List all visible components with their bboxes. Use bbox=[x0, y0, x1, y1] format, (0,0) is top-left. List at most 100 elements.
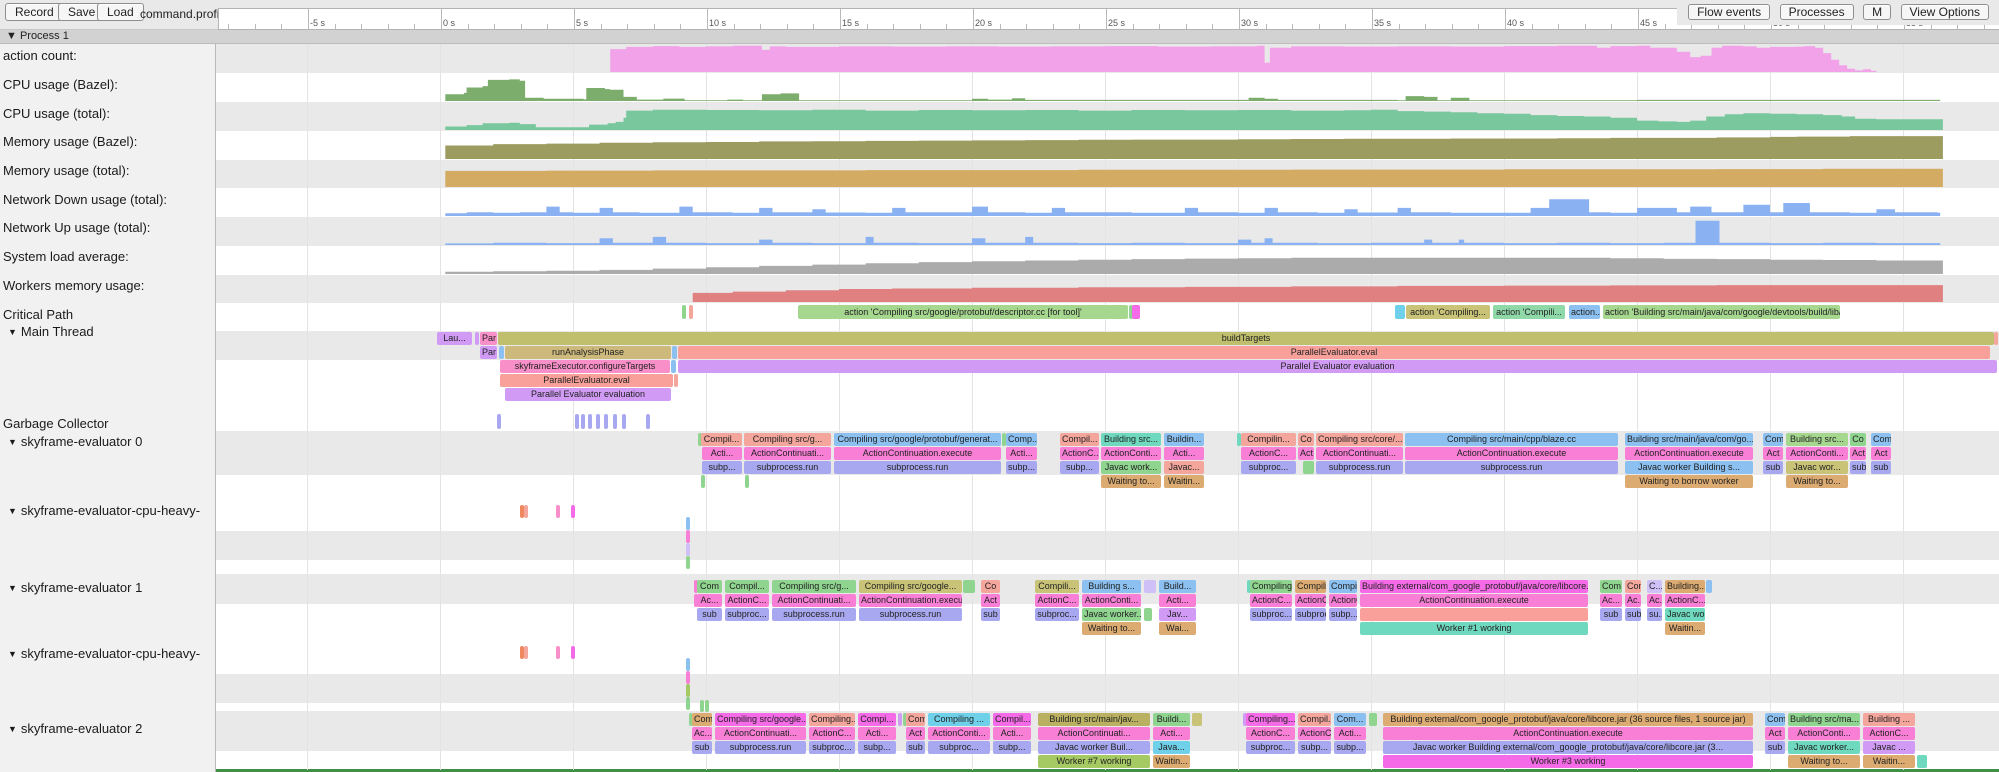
event-sliver[interactable] bbox=[575, 414, 579, 429]
event-sliver[interactable] bbox=[1144, 580, 1156, 593]
event-block[interactable]: subproc... bbox=[725, 608, 769, 621]
event-block[interactable]: Java... bbox=[1153, 741, 1190, 754]
event-block[interactable]: Javac work... bbox=[1101, 461, 1161, 474]
event-block[interactable]: Javac worker Buil... bbox=[1038, 741, 1150, 754]
event-block[interactable]: Com bbox=[1871, 433, 1891, 446]
event-sliver[interactable] bbox=[689, 305, 693, 319]
event-sliver[interactable] bbox=[745, 475, 749, 488]
event-sliver[interactable] bbox=[671, 360, 676, 373]
event-block[interactable]: subp... bbox=[993, 741, 1031, 754]
event-block[interactable]: action 'Compiling... bbox=[1406, 305, 1490, 319]
event-block[interactable]: Building external/com_google_protobuf/ja… bbox=[1360, 580, 1588, 593]
event-sliver[interactable] bbox=[686, 530, 690, 543]
track-label-skyframe-evaluator-cpu-heavy[interactable]: ▼skyframe-evaluator-cpu-heavy- bbox=[8, 503, 218, 518]
event-block[interactable]: Building src... bbox=[1101, 433, 1161, 446]
event-block[interactable]: subprocess.run bbox=[715, 741, 806, 754]
event-block[interactable]: Compiling src/g... bbox=[772, 580, 856, 593]
event-block[interactable]: Compil... bbox=[1298, 713, 1331, 726]
expander-triangle-icon[interactable]: ▼ bbox=[8, 724, 17, 734]
event-block[interactable]: ActionC... bbox=[1035, 594, 1079, 607]
process-header[interactable]: ▼ Process 1 bbox=[0, 29, 1999, 44]
track-label-skyframe-evaluator-cpu-heavy[interactable]: ▼skyframe-evaluator-cpu-heavy- bbox=[8, 646, 218, 661]
event-block[interactable]: Act bbox=[1298, 447, 1314, 460]
event-block[interactable]: Buildin... bbox=[1164, 433, 1204, 446]
event-sliver[interactable] bbox=[682, 305, 686, 319]
event-block[interactable]: subproc... bbox=[928, 741, 990, 754]
event-block[interactable]: Javac worker Building s... bbox=[1625, 461, 1753, 474]
event-block[interactable]: ActionC... bbox=[1863, 727, 1915, 740]
event-block[interactable]: Acti... bbox=[702, 447, 742, 460]
event-block[interactable]: Ac... bbox=[692, 727, 712, 740]
event-block[interactable]: ActionConti... bbox=[1082, 594, 1141, 607]
event-block[interactable]: Parallel Evaluator evaluation bbox=[678, 360, 1997, 373]
event-sliver[interactable] bbox=[686, 658, 690, 671]
event-block[interactable]: Par bbox=[480, 332, 497, 345]
event-sliver[interactable] bbox=[556, 646, 560, 659]
event-block[interactable]: subp... bbox=[1298, 741, 1331, 754]
event-block[interactable]: Compiling src/google... bbox=[715, 713, 806, 726]
event-block[interactable]: ActionConti... bbox=[928, 727, 990, 740]
event-block[interactable]: ActionContinuation.execute bbox=[859, 594, 962, 607]
event-block[interactable]: Compiling src/g... bbox=[744, 433, 831, 446]
event-block[interactable]: Compiling src/main/cpp/blaze.cc bbox=[1405, 433, 1618, 446]
event-sliver[interactable] bbox=[499, 346, 504, 359]
event-sliver[interactable] bbox=[686, 517, 690, 530]
memory-usage-total--chart[interactable] bbox=[215, 160, 1999, 188]
event-sliver[interactable] bbox=[1369, 713, 1377, 726]
event-block[interactable]: Compil... bbox=[701, 433, 742, 446]
event-block[interactable]: su... bbox=[1647, 608, 1662, 621]
event-block[interactable]: Compiling... bbox=[1246, 713, 1295, 726]
event-block[interactable]: Compi... bbox=[858, 713, 896, 726]
event-block[interactable]: Compilin... bbox=[1241, 433, 1296, 446]
event-block[interactable]: ActionC... bbox=[1295, 594, 1326, 607]
event-block[interactable]: Par bbox=[480, 346, 497, 359]
event-block[interactable]: subproc... bbox=[1035, 608, 1079, 621]
event-sliver[interactable] bbox=[1706, 580, 1712, 593]
event-block[interactable]: Building external/com_google_protobuf/ja… bbox=[1383, 713, 1753, 726]
event-block[interactable]: Com bbox=[906, 713, 925, 726]
expander-triangle-icon[interactable]: ▼ bbox=[8, 437, 17, 447]
expander-triangle-icon[interactable]: ▼ bbox=[8, 649, 17, 659]
event-sliver[interactable] bbox=[686, 684, 690, 697]
event-block[interactable]: subproc... bbox=[809, 741, 855, 754]
event-sliver[interactable] bbox=[686, 543, 690, 556]
event-block[interactable]: Acti... bbox=[1164, 447, 1204, 460]
event-block[interactable]: sub bbox=[981, 608, 1000, 621]
track-label-skyframe-evaluator-0[interactable]: ▼skyframe-evaluator 0 bbox=[8, 434, 218, 449]
event-block[interactable]: runAnalysisPhase bbox=[505, 346, 671, 359]
event-sliver[interactable] bbox=[497, 414, 501, 429]
event-block[interactable]: Javac worker Building external/com_googl… bbox=[1383, 741, 1753, 754]
event-block[interactable]: Wai... bbox=[1159, 622, 1196, 635]
event-block[interactable]: Acti... bbox=[1159, 594, 1196, 607]
event-block[interactable]: ParallelEvaluator.eval bbox=[678, 346, 1990, 359]
event-block[interactable]: ActionContinuati... bbox=[1316, 447, 1403, 460]
event-block[interactable]: subprocess.run bbox=[834, 461, 1001, 474]
event-block[interactable]: Waiting to... bbox=[1786, 475, 1848, 488]
event-sliver[interactable] bbox=[622, 414, 626, 429]
action-count-chart[interactable] bbox=[215, 44, 1999, 73]
event-block[interactable]: ActionContinuati... bbox=[744, 447, 831, 460]
event-block[interactable]: buildTargets bbox=[498, 332, 1994, 345]
event-block[interactable]: Javac... bbox=[1164, 461, 1204, 474]
event-block[interactable]: Compiling src/google/protobuf/generat... bbox=[834, 433, 1001, 446]
event-block[interactable]: sub bbox=[1850, 461, 1866, 474]
event-block[interactable]: ActionC... bbox=[1250, 594, 1292, 607]
event-block[interactable]: Waiting to... bbox=[1082, 622, 1141, 635]
event-block[interactable]: skyframeExecutor.configureTargets bbox=[500, 360, 670, 373]
event-block[interactable]: ActionContinuati... bbox=[772, 594, 856, 607]
event-block[interactable]: Building ... bbox=[1863, 713, 1915, 726]
event-block[interactable]: Worker #3 working bbox=[1383, 755, 1753, 768]
event-block[interactable]: ActionContinuation.execute bbox=[1625, 447, 1753, 460]
event-block[interactable]: Waitin... bbox=[1665, 622, 1705, 635]
event-block[interactable]: Compil... bbox=[1329, 580, 1357, 593]
event-block[interactable]: Compil... bbox=[993, 713, 1031, 726]
event-block[interactable]: Javac worker... bbox=[1082, 608, 1141, 621]
event-block[interactable]: subproc... bbox=[1250, 608, 1292, 621]
event-block[interactable]: action... bbox=[1569, 305, 1600, 319]
event-sliver[interactable] bbox=[604, 414, 608, 429]
event-sliver[interactable] bbox=[613, 414, 617, 429]
event-sliver[interactable] bbox=[1192, 713, 1202, 726]
event-block[interactable]: Compiling ... bbox=[1250, 580, 1292, 593]
expander-triangle-icon[interactable]: ▼ bbox=[8, 506, 17, 516]
event-block[interactable]: sub bbox=[692, 741, 712, 754]
